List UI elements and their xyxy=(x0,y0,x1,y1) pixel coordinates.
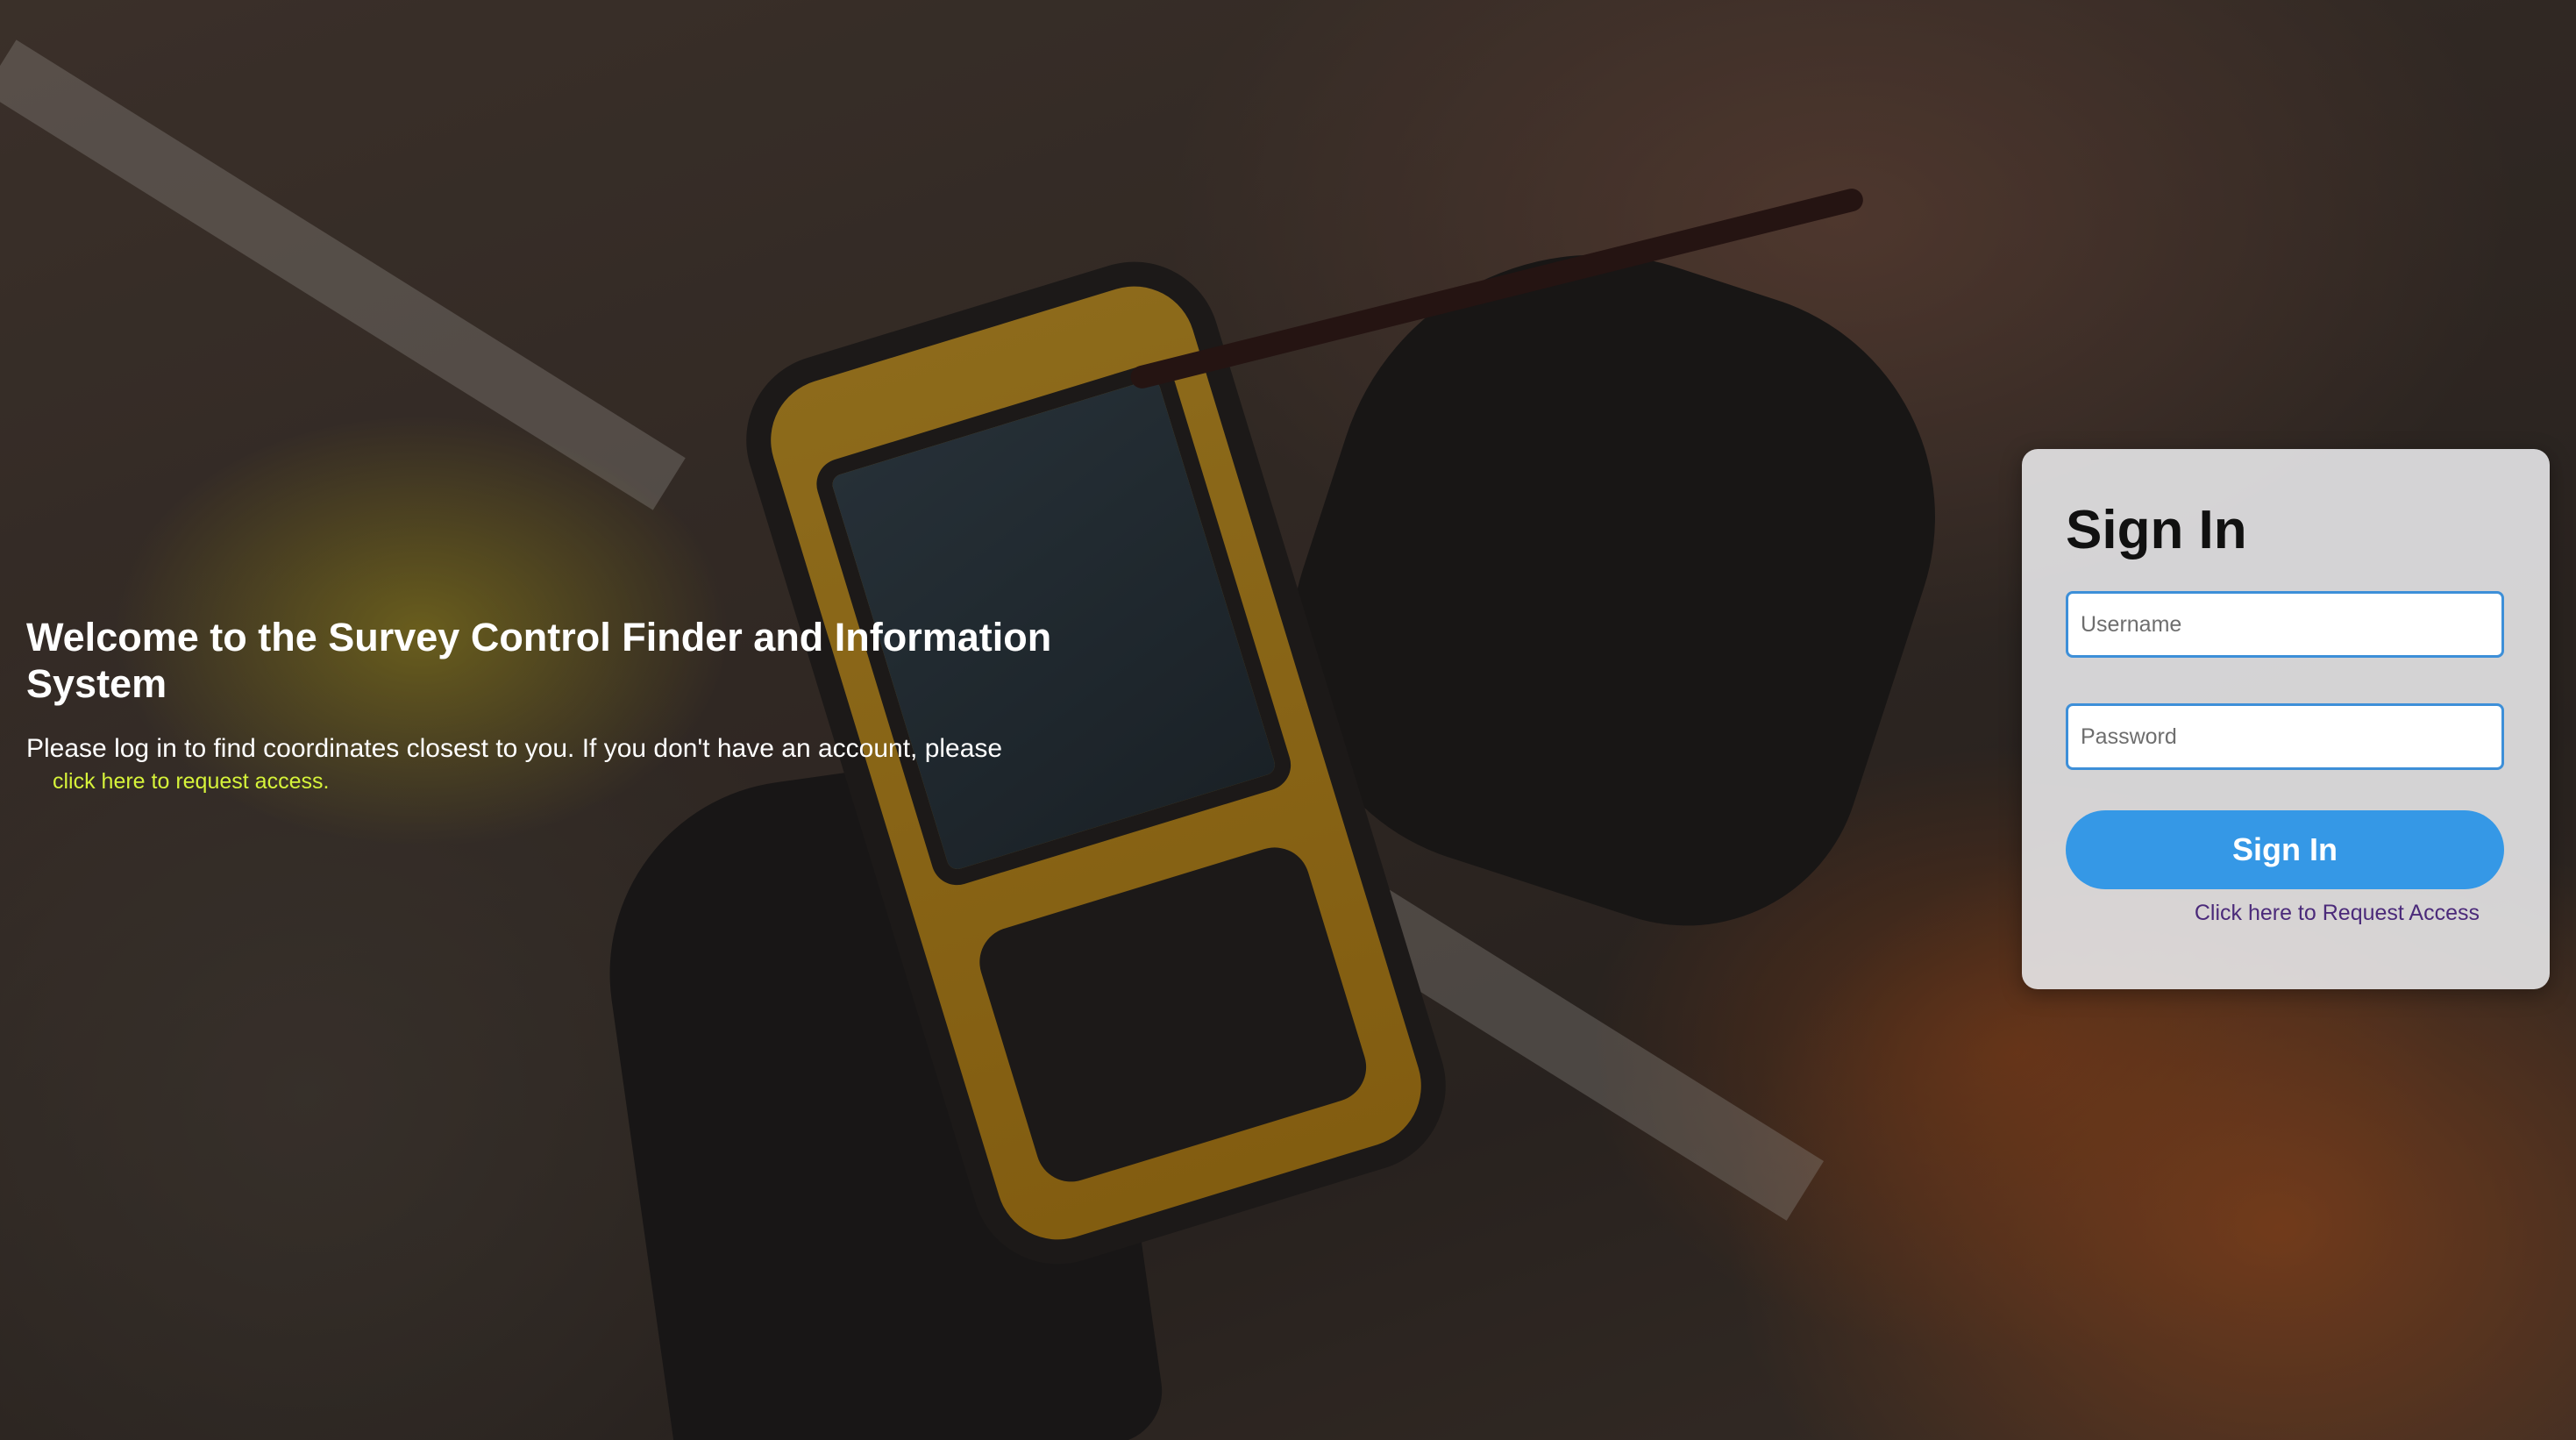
welcome-intro-text: Please log in to find coordinates closes… xyxy=(26,734,1003,763)
signin-heading: Sign In xyxy=(2066,500,2247,560)
login-page: Welcome to the Survey Control Finder and… xyxy=(0,0,2576,1440)
welcome-section: Welcome to the Survey Control Finder and… xyxy=(26,614,1061,796)
signin-card: Sign In Sign In Click here to Request Ac… xyxy=(2022,449,2550,989)
signin-button[interactable]: Sign In xyxy=(2066,810,2504,889)
card-request-access-link[interactable]: Click here to Request Access xyxy=(2066,898,2480,928)
password-input[interactable] xyxy=(2066,703,2504,770)
welcome-intro: Please log in to find coordinates closes… xyxy=(26,733,1061,796)
request-access-link[interactable]: click here to request access. xyxy=(53,767,329,795)
username-input[interactable] xyxy=(2066,591,2504,658)
welcome-title: Welcome to the Survey Control Finder and… xyxy=(26,615,1052,706)
